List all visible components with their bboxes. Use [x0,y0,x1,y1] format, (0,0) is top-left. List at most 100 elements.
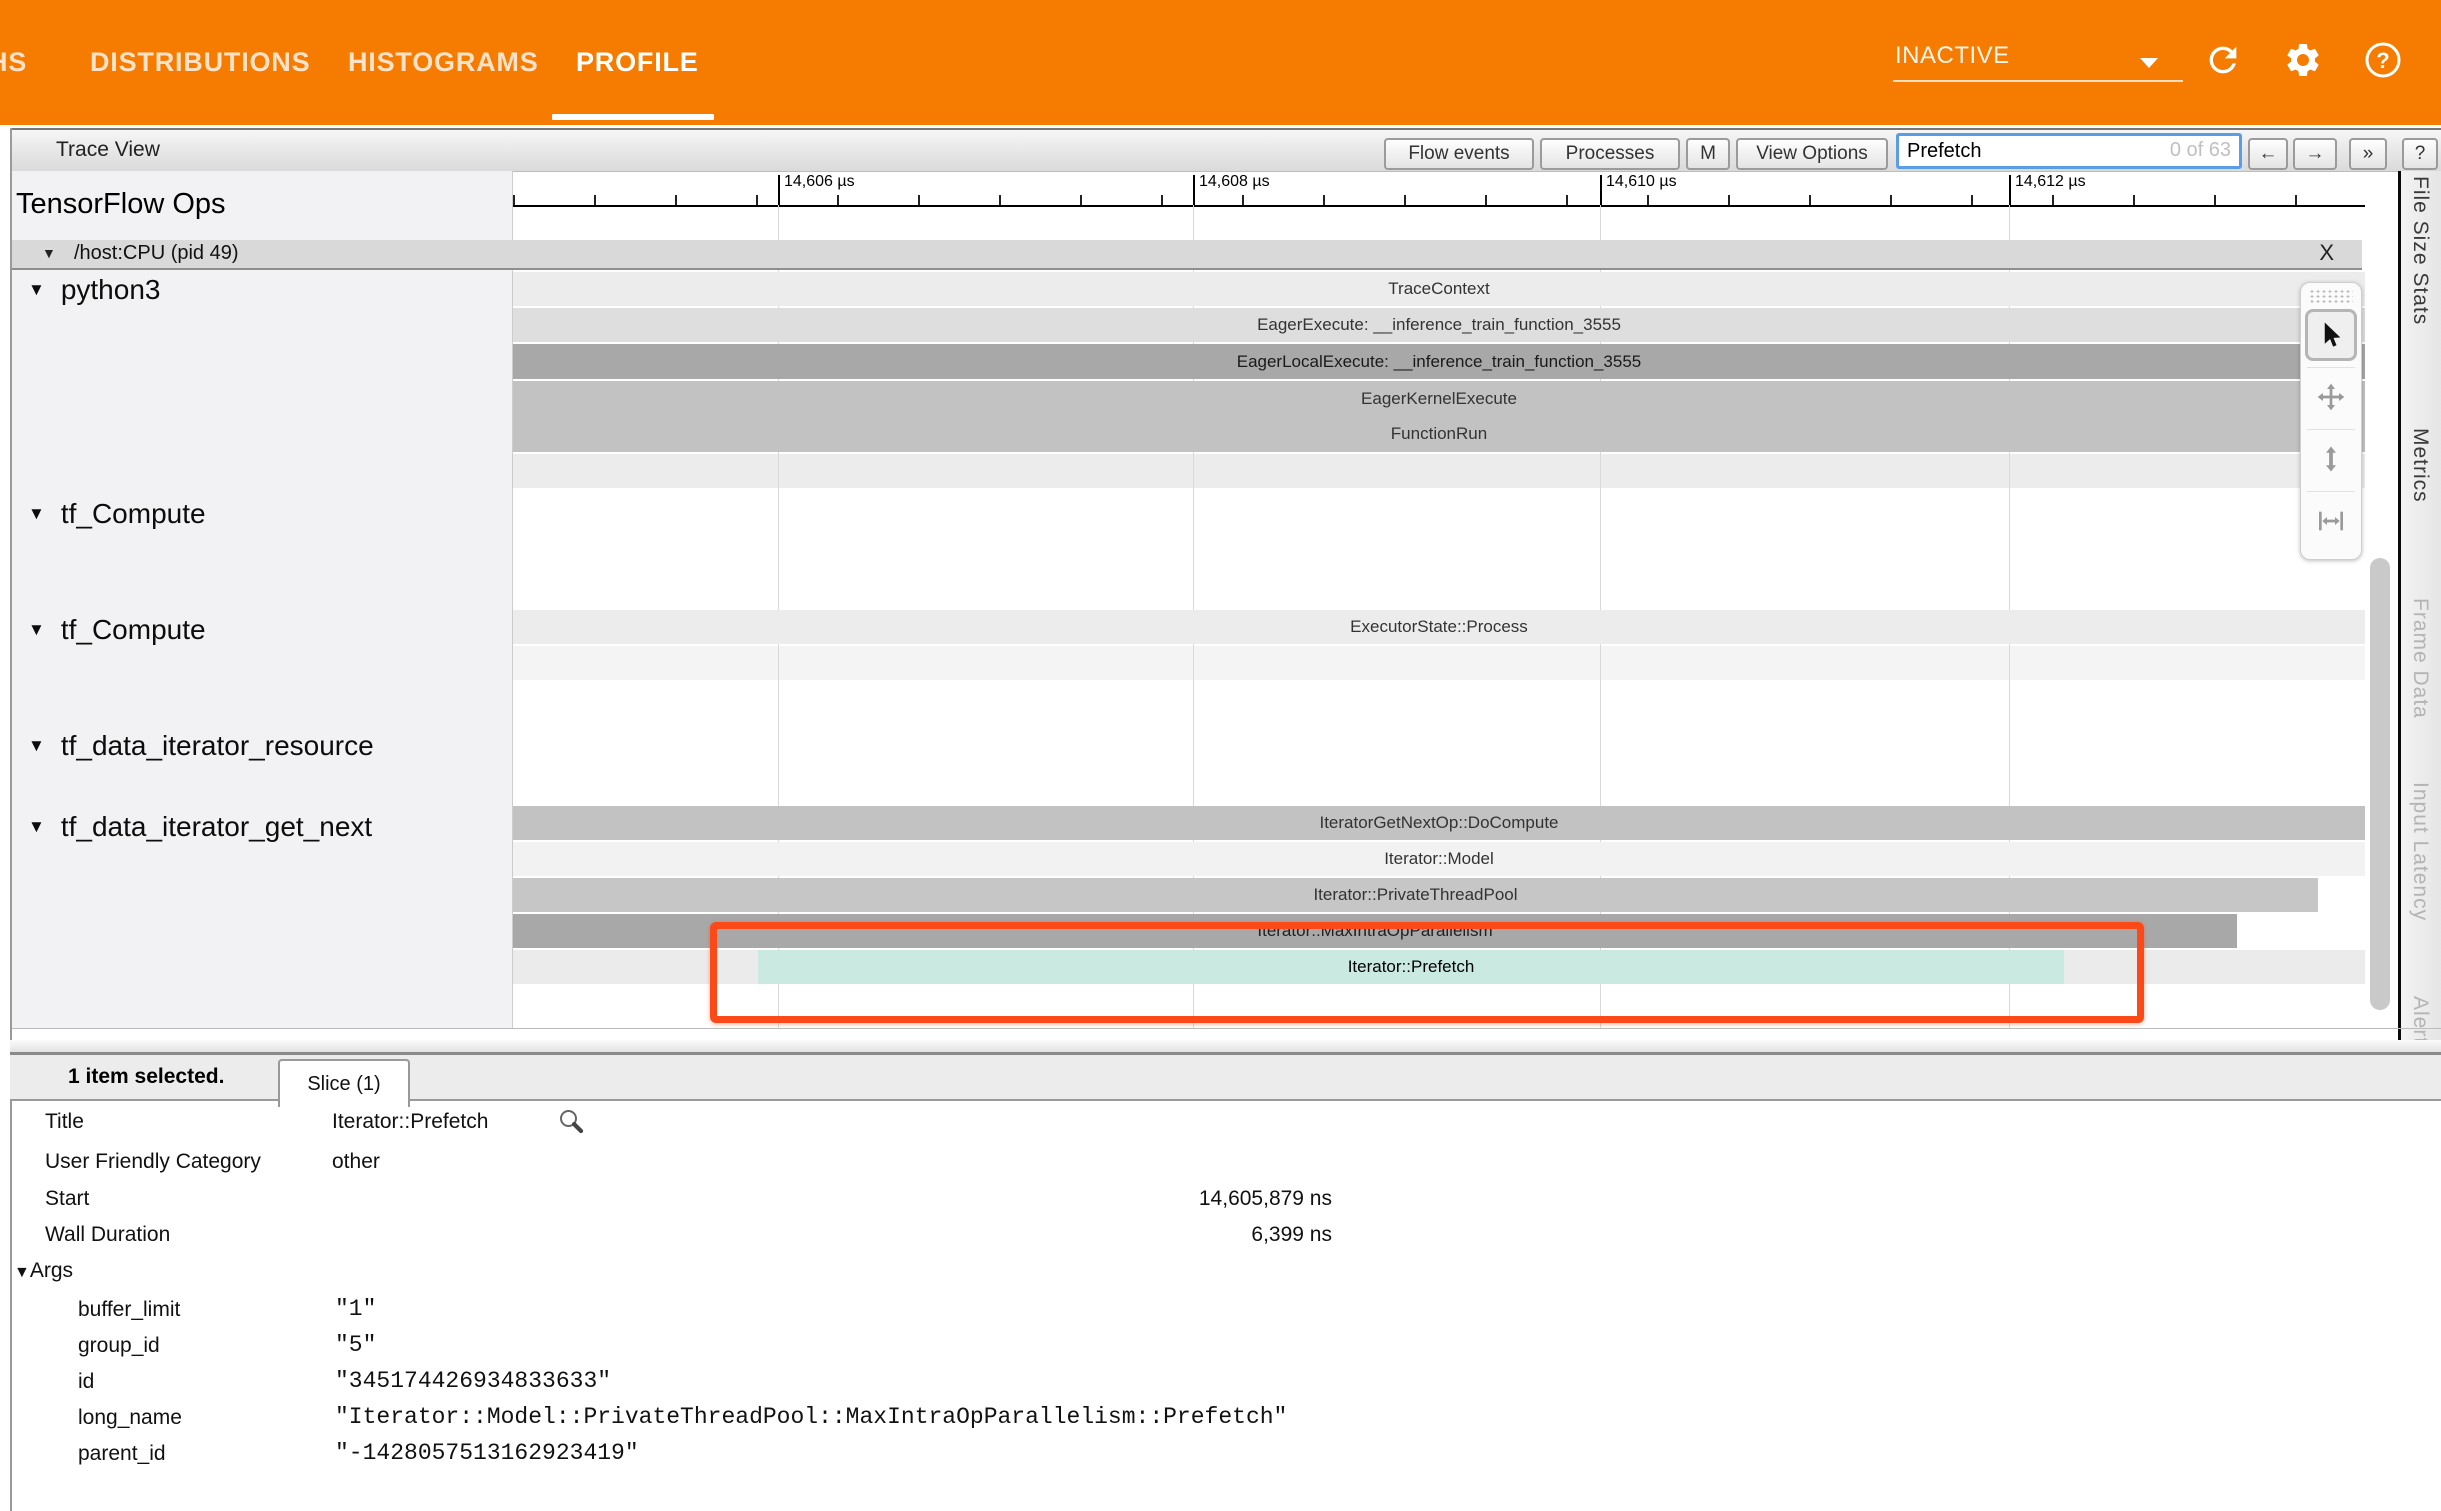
empty-track-band [513,646,2365,680]
close-process-button[interactable]: X [2319,240,2334,266]
sidebar-tab-label: Input Latency [2409,782,2432,921]
trace-slice-iterator-model[interactable]: Iterator::Model [513,842,2365,876]
slice-label: EagerLocalExecute: __inference_train_fun… [1237,352,1642,372]
args-section-label: Args [30,1259,73,1282]
ruler-tick-label: 14,606 µs [784,173,855,191]
arg-value: "Iterator::Model::PrivateThreadPool::Max… [335,1404,1287,1430]
trace-slice-eagerkernelexecute[interactable]: EagerKernelExecute [513,381,2365,416]
collapse-triangle-icon: ▼ [28,620,45,640]
flow-events-button[interactable]: Flow events [1384,138,1534,170]
search-input[interactable] [1905,137,2149,165]
arg-value: "5" [335,1332,376,1358]
slice-label: IteratorGetNextOp::DoCompute [1319,813,1558,833]
trace-slice-iterator-maxintraopparallelism[interactable]: Iterator::MaxIntraOpParallelism [513,914,2237,948]
zoom-tool-button[interactable] [2305,433,2357,485]
cursor-arrow-icon [2316,320,2346,350]
track-group-tf-compute-1[interactable]: ▼tf_Compute [28,498,206,530]
sidebar-tab-metrics[interactable]: Metrics [2408,428,2432,503]
palette-divider [2307,491,2355,492]
active-tab-underline [552,114,714,120]
ruler-major-tick: 14,610 µs [1600,175,1602,205]
process-header-host-cpu[interactable]: ▼ /host:CPU (pid 49) X [12,240,2362,270]
time-ruler: 14,606 µs 14,608 µs 14,610 µs 14,612 µs [513,171,2365,207]
processes-button[interactable]: Processes [1540,138,1680,170]
settings-gear-icon[interactable] [2283,40,2323,80]
collapse-triangle-icon[interactable]: ▼ [42,245,56,261]
sidebar-tab-file-size-stats[interactable]: File Size Stats [2408,176,2432,325]
ruler-major-tick: 14,608 µs [1193,175,1195,205]
button-label: Flow events [1408,143,1509,165]
slice-label: TraceContext [1388,279,1489,299]
timing-span-icon [2315,505,2347,537]
tab-distributions[interactable]: DISTRIBUTIONS [90,0,310,125]
trace-view-toolbar: Trace View Flow events Processes M View … [12,130,2441,172]
run-status-dropdown[interactable]: INACTIVE [1895,42,2010,70]
slice-label: Iterator::Model [1384,849,1494,869]
tab-graphs-cutoff[interactable]: HS [0,0,27,125]
track-group-tf-data-iterator-get-next[interactable]: ▼tf_data_iterator_get_next [28,811,372,843]
dropdown-underline [1893,80,2183,82]
search-result-count: 0 of 63 [2170,139,2231,162]
collapse-triangle-icon: ▼ [28,736,45,756]
palette-drag-handle[interactable] [2309,289,2353,303]
arg-value: "1" [335,1296,376,1322]
trace-slice-executorstate-process[interactable]: ExecutorState::Process [513,610,2365,644]
ruler-tick-label: 14,612 µs [2015,173,2086,191]
pan-tool-button[interactable] [2305,371,2357,423]
select-tool-button[interactable] [2305,309,2357,361]
sidebar-tab-frame-data[interactable]: Frame Data [2408,598,2432,719]
help-icon[interactable]: ? [2363,40,2403,80]
trace-slice-tracecontext[interactable]: TraceContext [513,272,2365,306]
timing-tool-button[interactable] [2305,495,2357,547]
trace-slice-iterator-prefetch-selected[interactable]: Iterator::Prefetch [758,950,2064,984]
empty-track-band [513,454,2365,488]
selection-status: 1 item selected. [68,1065,224,1089]
run-status-label: INACTIVE [1895,42,2010,70]
field-value-category: other [332,1150,380,1174]
top-navigation-bar: HS DISTRIBUTIONS HISTOGRAMS PROFILE INAC… [0,0,2441,125]
vertical-scrollbar-thumb[interactable] [2370,558,2390,1010]
chevrons-icon: » [2363,143,2374,165]
left-arrow-icon: ← [2259,143,2278,165]
refresh-icon[interactable] [2203,40,2243,80]
ruler-tick-label: 14,610 µs [1606,173,1677,191]
tab-profile[interactable]: PROFILE [576,0,699,125]
arg-key: id [78,1370,94,1394]
triangle-down-icon: ▼ [14,1264,30,1281]
ruler-tick-label: 14,608 µs [1199,173,1270,191]
trace-slice-eagerlocalexecute[interactable]: EagerLocalExecute: __inference_train_fun… [513,344,2365,379]
sidebar-tab-input-latency[interactable]: Input Latency [2408,782,2432,921]
trace-slice-iteratorgetnextop[interactable]: IteratorGetNextOp::DoCompute [513,806,2365,840]
args-section-toggle[interactable]: ▼Args [14,1259,73,1283]
palette-divider [2307,429,2355,430]
panel-splitter[interactable] [10,1040,2441,1055]
trace-help-button[interactable]: ? [2402,138,2438,170]
arg-key: parent_id [78,1442,166,1466]
field-label-title: Title [45,1110,84,1134]
track-group-label: tf_data_iterator_resource [61,730,374,762]
arg-key: long_name [78,1406,182,1430]
field-value-title: Iterator::Prefetch [332,1110,488,1134]
track-group-python3[interactable]: ▼python3 [28,274,160,306]
trace-area-bottom-border [12,1028,2441,1029]
more-button[interactable]: » [2349,138,2387,170]
collapse-triangle-icon: ▼ [28,504,45,524]
tab-histograms[interactable]: HISTOGRAMS [348,0,539,125]
track-group-tf-compute-2[interactable]: ▼tf_Compute [28,614,206,646]
tab-slice[interactable]: Slice (1) [278,1059,410,1107]
trace-slice-functionrun[interactable]: FunctionRun [513,416,2365,452]
m-button[interactable]: M [1686,138,1730,170]
trace-slice-iterator-privatethreadpool[interactable]: Iterator::PrivateThreadPool [513,878,2318,912]
details-tab-bar: 1 item selected. Slice (1) [10,1055,2441,1101]
trace-slice-eagerexecute[interactable]: EagerExecute: __inference_train_function… [513,308,2365,342]
caret-down-icon[interactable] [2135,52,2163,72]
view-options-button[interactable]: View Options [1736,138,1888,170]
magnifier-icon[interactable] [556,1106,586,1136]
trace-search-box: 0 of 63 [1896,133,2242,169]
prev-result-button[interactable]: ← [2248,138,2288,170]
tab-label: HISTOGRAMS [348,47,539,78]
field-value-start: 14,605,879 ns [700,1187,1332,1211]
track-group-tf-data-iterator-resource[interactable]: ▼ tf_data_iterator_resource [28,730,374,762]
next-result-button[interactable]: → [2293,138,2337,170]
field-label-start: Start [45,1187,89,1211]
